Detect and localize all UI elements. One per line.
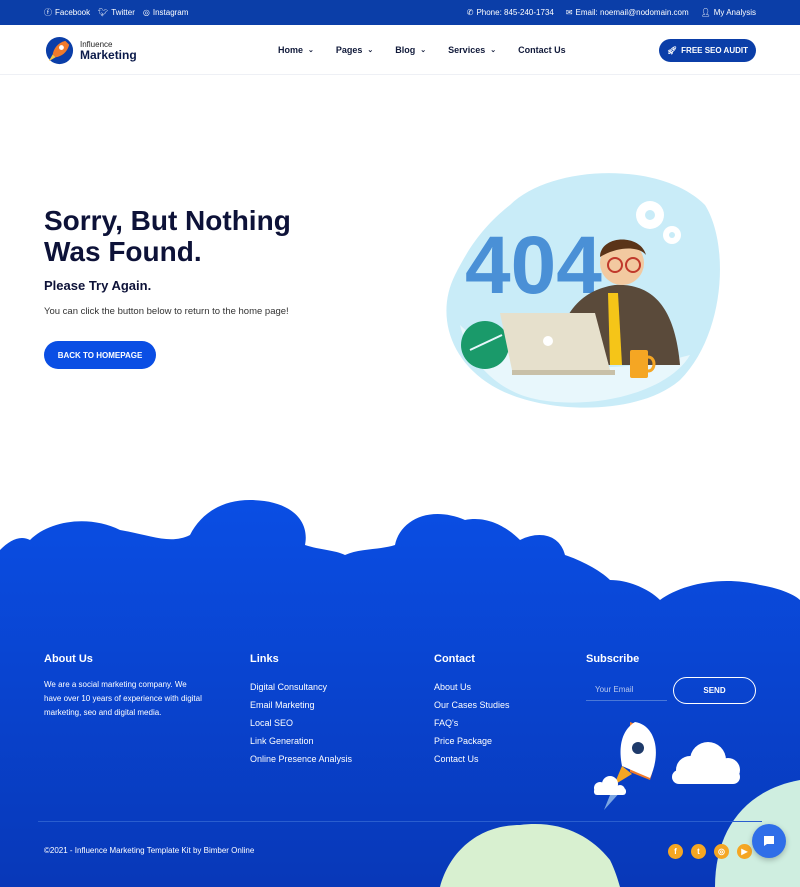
- twitter-icon: 🐦︎: [98, 7, 109, 17]
- main-nav: Home ⌄ Pages ⌄ Blog ⌄ Services ⌄ Contact Us: [278, 45, 566, 55]
- 404-text: 404: [465, 220, 602, 311]
- facebook-icon[interactable]: f: [668, 844, 683, 859]
- user-icon: 👤︎: [700, 7, 711, 17]
- back-to-homepage-button[interactable]: BACK TO HOMEPAGE: [44, 341, 156, 369]
- footer-subscribe-title: Subscribe: [586, 653, 640, 665]
- footer-link-digital-consultancy[interactable]: Digital Consultancy: [250, 682, 352, 692]
- nav-item-pages[interactable]: Pages ⌄: [336, 45, 373, 55]
- copyright-text: ©2021 - Influence Marketing Template Kit…: [44, 846, 255, 855]
- footer-link-price-package[interactable]: Price Package: [434, 736, 510, 746]
- chat-widget-button[interactable]: [752, 824, 786, 858]
- nav-item-contact[interactable]: Contact Us: [518, 45, 566, 55]
- topbar-contact-info: ✆ Phone: 845-240-1734 ✉ Email: noemail@nod…: [467, 8, 756, 17]
- logo-text-big: Marketing: [80, 47, 137, 62]
- instagram-icon: ◎: [142, 7, 150, 17]
- footer-about-text: We are a social marketing company. We ha…: [44, 680, 202, 717]
- instagram-icon[interactable]: ◎: [714, 844, 729, 859]
- nav-item-blog[interactable]: Blog ⌄: [395, 45, 426, 55]
- chat-bubble-icon: [764, 836, 774, 846]
- footer-contact-title: Contact: [434, 653, 475, 665]
- footer-social-icons: f t ◎ ▶: [668, 844, 752, 859]
- page-subtitle: Please Try Again.: [44, 278, 152, 293]
- facebook-link[interactable]: ⓕ Facebook: [44, 8, 90, 17]
- youtube-icon[interactable]: ▶: [737, 844, 752, 859]
- footer-link-email-marketing[interactable]: Email Marketing: [250, 700, 352, 710]
- site-logo[interactable]: Influence Marketing: [44, 35, 137, 66]
- footer-link-faqs[interactable]: FAQ's: [434, 718, 510, 728]
- footer-link-case-studies[interactable]: Our Cases Studies: [434, 700, 510, 710]
- rocket-logo-icon: [45, 36, 74, 65]
- topbar-social-links: ⓕ Facebook 🐦︎ Twitter ◎ Instagram: [44, 8, 188, 17]
- footer-link-online-presence[interactable]: Online Presence Analysis: [250, 754, 352, 764]
- main-header: Influence Marketing Home ⌄ Pages ⌄ Blog ⌄ S…: [0, 25, 800, 75]
- nav-item-services[interactable]: Services ⌄: [448, 45, 496, 55]
- footer-contact-list: About Us Our Cases Studies FAQ's Price P…: [434, 682, 510, 764]
- chevron-down-icon: ⌄: [367, 47, 374, 54]
- free-seo-audit-button[interactable]: 🚀︎ FREE SEO AUDIT: [659, 39, 756, 62]
- 404-illustration: 404: [446, 173, 720, 408]
- footer-about-title: About Us: [44, 653, 93, 665]
- twitter-link[interactable]: 🐦︎ Twitter: [98, 8, 135, 17]
- rocket-icon: 🚀︎: [667, 46, 678, 55]
- page-description: You can click the button below to return…: [44, 306, 289, 317]
- instagram-link[interactable]: ◎ Instagram: [143, 8, 189, 17]
- subscribe-send-button[interactable]: SEND: [673, 677, 756, 704]
- email-link[interactable]: ✉ Email: noemail@nodomain.com: [566, 8, 689, 17]
- footer-links-title: Links: [250, 653, 279, 665]
- facebook-icon: ⓕ: [44, 7, 52, 17]
- page-title: Sorry, But Nothing Was Found.: [44, 205, 291, 267]
- envelope-icon: ✉: [565, 7, 573, 17]
- chevron-down-icon: ⌄: [308, 47, 314, 54]
- chevron-down-icon: ⌄: [420, 47, 427, 54]
- footer-divider: [38, 821, 762, 822]
- twitter-icon[interactable]: t: [691, 844, 706, 859]
- nav-item-home[interactable]: Home ⌄: [278, 45, 314, 55]
- phone-icon: ✆: [466, 7, 474, 17]
- subscribe-email-input[interactable]: Your Email: [586, 679, 667, 701]
- footer-links-list: Digital Consultancy Email Marketing Loca…: [250, 682, 352, 764]
- footer-link-contact-us[interactable]: Contact Us: [434, 754, 510, 764]
- phone-link[interactable]: ✆ Phone: 845-240-1734: [467, 8, 554, 17]
- top-bar: ⓕ Facebook 🐦︎ Twitter ◎ Instagram ✆ Phone: 8…: [0, 0, 800, 25]
- footer-link-about-us[interactable]: About Us: [434, 682, 510, 692]
- footer-link-link-generation[interactable]: Link Generation: [250, 736, 352, 746]
- my-analysis-link[interactable]: 👤︎ My Analysis: [701, 8, 756, 17]
- chevron-down-icon: ⌄: [490, 47, 497, 54]
- footer-link-local-seo[interactable]: Local SEO: [250, 718, 352, 728]
